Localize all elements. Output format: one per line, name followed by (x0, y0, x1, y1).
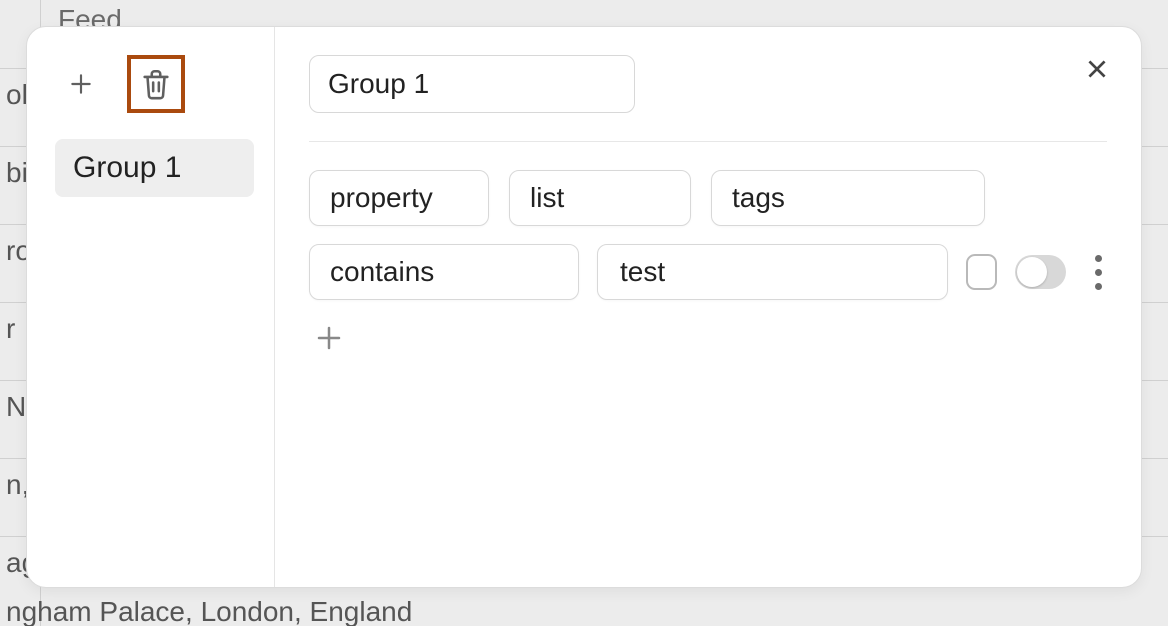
dialog-main: property list tags contains (275, 27, 1141, 587)
dots-icon (1095, 283, 1102, 290)
plus-icon (68, 71, 94, 97)
rule-value-chip[interactable] (597, 244, 948, 300)
rule-subkind-select[interactable]: list (509, 170, 691, 226)
plus-icon (314, 323, 344, 353)
sidebar-item-label: Group 1 (73, 151, 181, 184)
close-icon (1084, 56, 1110, 82)
rule-value-input[interactable] (618, 255, 927, 289)
rule-row-1: property list tags (309, 170, 1107, 226)
rule-field-label: tags (732, 182, 785, 214)
rule-row-2: contains (309, 244, 1107, 300)
rule-subkind-label: list (530, 182, 564, 214)
toggle-knob (1017, 257, 1047, 287)
add-group-button[interactable] (61, 64, 101, 104)
group-name-input[interactable] (309, 55, 635, 113)
dots-icon (1095, 255, 1102, 262)
rule-field-select[interactable]: tags (711, 170, 985, 226)
trash-icon (139, 67, 173, 101)
close-button[interactable] (1077, 49, 1117, 89)
divider (309, 141, 1107, 142)
dialog-sidebar: Group 1 (27, 27, 275, 587)
rule-kind-select[interactable]: property (309, 170, 489, 226)
filter-dialog: Group 1 property list tags contains (26, 26, 1142, 588)
add-rule-button[interactable] (309, 318, 349, 358)
rule-kind-label: property (330, 182, 433, 214)
rule-toggle[interactable] (1015, 255, 1066, 289)
sidebar-item-group[interactable]: Group 1 (55, 139, 254, 197)
rule-operator-label: contains (330, 256, 434, 288)
rule-options-menu[interactable] (1090, 252, 1107, 292)
delete-group-button[interactable] (127, 55, 185, 113)
dots-icon (1095, 269, 1102, 276)
bg-bottom-line: ngham Palace, London, England (0, 586, 1168, 626)
rule-checkbox[interactable] (966, 254, 997, 290)
rule-operator-select[interactable]: contains (309, 244, 579, 300)
